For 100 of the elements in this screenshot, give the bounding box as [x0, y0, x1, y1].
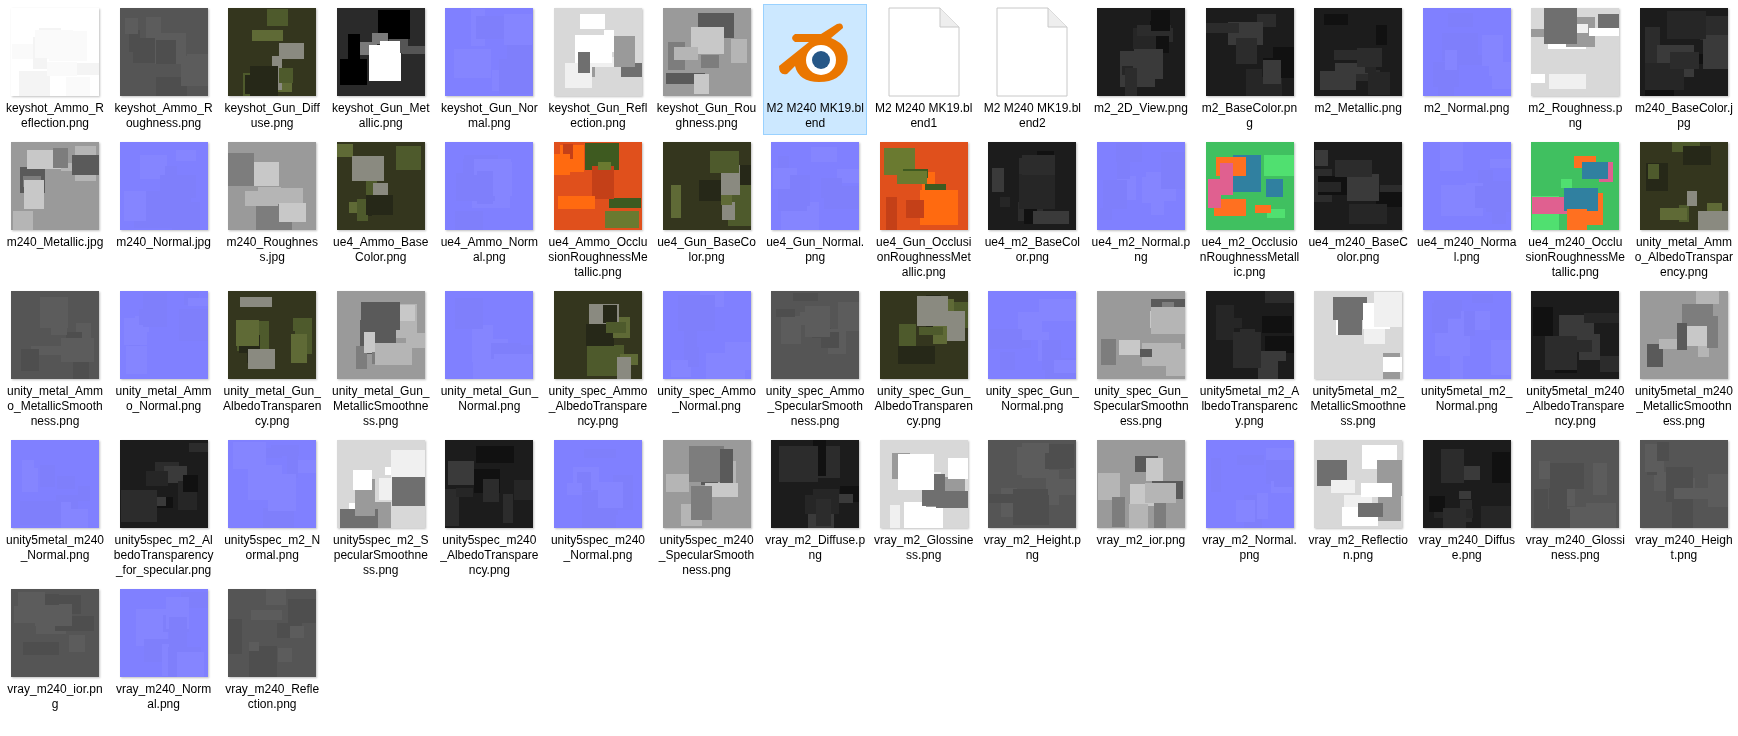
file-item[interactable]: unity_spec_Gun_AlbedoTransparency.png [871, 287, 976, 433]
file-item[interactable]: ue4_m240_BaseColor.png [1306, 138, 1411, 269]
file-item[interactable]: unity_metal_Ammo_Normal.png [111, 287, 216, 418]
file-item[interactable]: keyshot_Gun_Roughness.png [654, 4, 759, 135]
file-item[interactable]: unity5metal_m240_MetallicSmoothness.png [1631, 287, 1736, 433]
file-item[interactable]: ue4_Ammo_OcclusionRoughnessMetallic.png [545, 138, 650, 284]
file-item[interactable]: M2 M240 MK19.blend1 [871, 4, 976, 135]
file-item[interactable]: M2 M240 MK19.blend2 [980, 4, 1085, 135]
file-item[interactable]: vray_m2_Glossiness.png [871, 436, 976, 567]
file-item[interactable]: unity5metal_m2_MetallicSmoothness.png [1306, 287, 1411, 433]
file-name: unity_spec_Gun_Normal.png [984, 384, 1081, 414]
file-item[interactable]: unity_spec_Ammo_AlbedoTransparency.png [545, 287, 650, 433]
file-item[interactable]: vray_m240_Height.png [1631, 436, 1736, 567]
file-name: ue4_m240_Normal.png [1416, 235, 1517, 265]
file-item[interactable]: unity5spec_m240_AlbedoTransparency.png [437, 436, 542, 582]
file-item[interactable]: unity5spec_m240_Normal.png [545, 436, 650, 567]
file-name: unity5spec_m240_SpecularSmoothness.png [657, 533, 756, 578]
file-name: unity_metal_Gun_Normal.png [439, 384, 540, 414]
file-item[interactable]: unity5metal_m2_AlbedoTransparency.png [1197, 287, 1302, 433]
file-name: ue4_m240_BaseColor.png [1308, 235, 1409, 265]
file-item[interactable]: m240_Normal.jpg [111, 138, 216, 254]
file-item[interactable]: m2_Metallic.png [1306, 4, 1411, 120]
file-name: keyshot_Gun_Diffuse.png [223, 101, 321, 131]
file-item[interactable]: unity_spec_Gun_Normal.png [980, 287, 1085, 418]
file-item[interactable]: unity5spec_m2_Normal.png [220, 436, 325, 567]
file-item[interactable]: unity_spec_Gun_SpecularSmoothness.png [1088, 287, 1193, 433]
file-item[interactable]: vray_m240_ior.png [3, 585, 107, 716]
file-name: unity_spec_Gun_AlbedoTransparency.png [873, 384, 974, 429]
file-item[interactable]: m2_Roughness.png [1523, 4, 1628, 135]
file-name: unity_metal_Ammo_Normal.png [114, 384, 213, 414]
file-item[interactable]: unity_metal_Gun_MetallicSmoothness.png [328, 287, 433, 433]
file-item[interactable]: unity_spec_Ammo_SpecularSmoothness.png [763, 287, 868, 433]
file-item[interactable]: vray_m2_Reflection.png [1306, 436, 1411, 567]
file-item[interactable]: unity5spec_m240_SpecularSmoothness.png [654, 436, 759, 582]
file-name: vray_m2_Reflection.png [1308, 533, 1409, 563]
file-name: m240_Normal.jpg [115, 235, 212, 250]
file-item[interactable]: keyshot_Gun_Diffuse.png [220, 4, 325, 135]
document-icon [887, 7, 960, 97]
file-item[interactable]: m2_Normal.png [1414, 4, 1519, 120]
file-name: M2 M240 MK19.blend [765, 101, 865, 131]
file-item[interactable]: unity5metal_m240_AlbedoTransparency.png [1523, 287, 1628, 433]
file-item[interactable]: vray_m240_Reflection.png [220, 585, 325, 716]
file-name: keyshot_Gun_Reflection.png [547, 101, 648, 131]
file-item[interactable]: ue4_Gun_OcclusionRoughnessMetallic.png [871, 138, 976, 284]
file-item[interactable]: ue4_m2_OcclusionRoughnessMetallic.png [1197, 138, 1302, 284]
file-item[interactable]: m240_Roughness.jpg [220, 138, 325, 269]
file-item[interactable]: vray_m2_ior.png [1088, 436, 1193, 552]
file-item[interactable]: unity5spec_m2_AlbedoTransparency_for_specular.png [111, 436, 216, 582]
file-item[interactable]: keyshot_Ammo_Roughness.png [111, 4, 216, 135]
file-name: unity_spec_Gun_SpecularSmoothness.png [1092, 384, 1190, 429]
file-name: unity5metal_m2_MetallicSmoothness.png [1309, 384, 1407, 429]
file-item[interactable]: vray_m240_Glossiness.png [1523, 436, 1628, 567]
file-name: m2_2D_View.png [1093, 101, 1189, 116]
file-item[interactable]: unity_metal_Ammo_AlbedoTransparency.png [1631, 138, 1736, 284]
file-item[interactable]: ue4_m2_Normal.png [1088, 138, 1193, 269]
file-name: ue4_Gun_BaseColor.png [656, 235, 757, 265]
file-name: m240_Metallic.jpg [5, 235, 105, 250]
file-item[interactable]: keyshot_Gun_Reflection.png [545, 4, 650, 135]
file-item[interactable]: vray_m2_Height.png [980, 436, 1085, 567]
file-item[interactable]: m2_BaseColor.png [1197, 4, 1302, 135]
file-item[interactable]: ue4_m240_Normal.png [1414, 138, 1519, 269]
file-item[interactable]: M2 M240 MK19.blend [763, 4, 868, 135]
file-item[interactable]: unity_metal_Gun_Normal.png [437, 287, 542, 418]
file-item[interactable]: ue4_Gun_Normal.png [763, 138, 868, 269]
file-name: vray_m240_ior.png [6, 682, 104, 712]
file-item[interactable]: m2_2D_View.png [1088, 4, 1193, 120]
file-item[interactable]: keyshot_Ammo_Reflection.png [3, 4, 107, 135]
file-item[interactable]: ue4_m2_BaseColor.png [980, 138, 1085, 269]
file-name: vray_m2_Normal.png [1201, 533, 1298, 563]
file-item[interactable]: keyshot_Gun_Normal.png [437, 4, 542, 135]
file-name: vray_m2_Height.png [982, 533, 1083, 563]
file-item[interactable]: keyshot_Gun_Metallic.png [328, 4, 433, 135]
file-item[interactable]: vray_m240_Diffuse.png [1414, 436, 1519, 567]
file-item[interactable]: ue4_Gun_BaseColor.png [654, 138, 759, 269]
file-name: unity5metal_m2_Normal.png [1420, 384, 1514, 414]
file-item[interactable]: unity5metal_m240_Normal.png [3, 436, 107, 567]
file-name: unity_metal_Ammo_MetallicSmoothness.png [5, 384, 104, 429]
file-name: unity5spec_m240_Normal.png [549, 533, 646, 563]
file-name: unity_metal_Ammo_AlbedoTransparency.png [1633, 235, 1734, 280]
file-item[interactable]: unity5metal_m2_Normal.png [1414, 287, 1519, 418]
file-item[interactable]: vray_m2_Normal.png [1197, 436, 1302, 567]
file-name: vray_m2_Glossiness.png [873, 533, 974, 563]
file-name: vray_m240_Glossiness.png [1525, 533, 1626, 563]
file-name: unity5spec_m2_Normal.png [223, 533, 322, 563]
file-name: unity5metal_m240_Normal.png [5, 533, 105, 563]
file-item[interactable]: unity_metal_Gun_AlbedoTransparency.png [220, 287, 325, 433]
file-item[interactable]: m240_Metallic.jpg [3, 138, 107, 254]
file-item[interactable]: m240_BaseColor.jpg [1631, 4, 1736, 135]
file-name: unity_spec_Ammo_SpecularSmoothness.png [765, 384, 866, 429]
file-name: ue4_Ammo_BaseColor.png [332, 235, 430, 265]
file-item[interactable]: vray_m240_Normal.png [111, 585, 216, 716]
file-item[interactable]: ue4_Ammo_Normal.png [437, 138, 542, 269]
file-item[interactable]: unity_spec_Ammo_Normal.png [654, 287, 759, 418]
file-item[interactable]: unity5spec_m2_SpecularSmoothness.png [328, 436, 433, 582]
file-item[interactable]: ue4_m240_OcclusionRoughnessMetallic.png [1523, 138, 1628, 284]
file-item[interactable]: unity_metal_Ammo_MetallicSmoothness.png [3, 287, 107, 433]
file-item[interactable]: vray_m2_Diffuse.png [763, 436, 868, 567]
file-item[interactable]: ue4_Ammo_BaseColor.png [328, 138, 433, 269]
file-name: unity5spec_m2_SpecularSmoothness.png [332, 533, 430, 578]
file-name: unity5metal_m2_AlbedoTransparency.png [1199, 384, 1300, 429]
